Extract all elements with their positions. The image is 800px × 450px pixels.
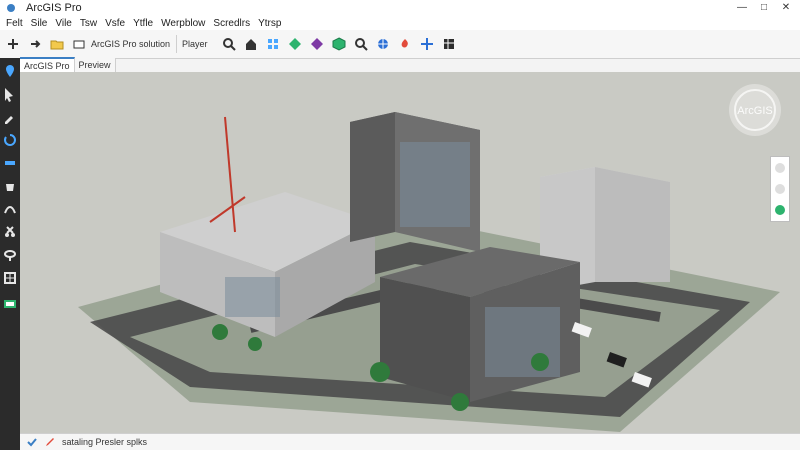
menu-item[interactable]: Tsw <box>80 18 97 29</box>
city-scene <box>78 112 780 432</box>
cube-icon[interactable] <box>330 34 348 54</box>
forward-icon[interactable] <box>26 34 44 54</box>
flame-icon[interactable] <box>396 34 414 54</box>
toolbar: ArcGIS Pro solution Player <box>0 30 800 59</box>
status-text: sataling Presler splks <box>62 437 148 447</box>
pencil-icon[interactable] <box>44 436 56 448</box>
globe-icon[interactable] <box>374 34 392 54</box>
tab-label: ArcGIS Pro <box>24 61 70 71</box>
bucket-icon[interactable] <box>0 176 20 196</box>
rectangle-icon[interactable] <box>70 34 88 54</box>
close-icon[interactable]: ✕ <box>780 1 792 13</box>
search-icon[interactable] <box>220 34 238 54</box>
grid-icon[interactable] <box>0 268 20 288</box>
menu-item[interactable]: Vsfe <box>105 18 125 29</box>
tab-preview[interactable]: Preview <box>75 58 116 72</box>
toolbar-separator <box>176 35 178 53</box>
plus-icon[interactable] <box>4 34 22 54</box>
gem-icon[interactable] <box>308 34 326 54</box>
arcgis-watermark: ArcGIS <box>722 78 788 142</box>
zoom-icon[interactable] <box>775 183 785 194</box>
map-viewport[interactable]: ArcGIS <box>20 72 800 450</box>
maximize-icon[interactable]: □ <box>758 1 770 13</box>
brush-icon[interactable] <box>0 107 20 127</box>
map-pin-icon[interactable] <box>0 61 20 81</box>
grid-icon[interactable] <box>264 34 282 54</box>
watermark-text: ArcGIS <box>737 105 772 117</box>
layer-toggle-icon[interactable] <box>775 205 785 216</box>
tab-label: Preview <box>78 60 111 70</box>
select-arrow-icon[interactable] <box>0 84 20 104</box>
status-bar: sataling Presler splks <box>20 433 800 450</box>
search-icon[interactable] <box>352 34 370 54</box>
rotate-icon[interactable] <box>0 130 20 150</box>
ruler-icon[interactable] <box>0 153 20 173</box>
menu-item[interactable]: Felt <box>6 18 23 29</box>
menu-bar: Felt Sile Vile Tsw Vsfe Ytfle Werpblow S… <box>0 16 800 30</box>
left-tool-rail <box>0 58 20 450</box>
scissors-icon[interactable] <box>0 222 20 242</box>
player-label[interactable]: Player <box>182 39 208 49</box>
app-title: ArcGIS Pro <box>26 2 82 14</box>
lasso-icon[interactable] <box>0 245 20 265</box>
table-icon[interactable] <box>440 34 458 54</box>
title-bar: ArcGIS Pro — □ ✕ <box>0 0 800 16</box>
tab-arcgis[interactable]: ArcGIS Pro <box>20 57 75 73</box>
home-icon[interactable] <box>242 34 260 54</box>
diamond-icon[interactable] <box>286 34 304 54</box>
layer-icon[interactable] <box>0 294 20 314</box>
app-window: ArcGIS Pro — □ ✕ Felt Sile Vile Tsw Vsfe… <box>0 0 800 450</box>
fields-label[interactable]: ArcGIS Pro solution <box>91 39 170 49</box>
curve-icon[interactable] <box>0 199 20 219</box>
minimize-icon[interactable]: — <box>736 1 748 13</box>
view-tabs: ArcGIS Pro Preview <box>20 57 116 73</box>
menu-item[interactable]: Scredlrs <box>213 18 250 29</box>
move-icon[interactable] <box>418 34 436 54</box>
folder-icon[interactable] <box>48 34 66 54</box>
navigator-control[interactable] <box>770 156 790 222</box>
window-controls: — □ ✕ <box>736 1 792 13</box>
menu-item[interactable]: Sile <box>31 18 48 29</box>
menu-item[interactable]: Ytrsp <box>258 18 281 29</box>
app-logo-icon <box>6 3 16 13</box>
check-icon[interactable] <box>26 436 38 448</box>
menu-item[interactable]: Vile <box>55 18 72 29</box>
north-arrow-icon[interactable] <box>775 162 785 173</box>
menu-item[interactable]: Ytfle <box>133 18 153 29</box>
menu-item[interactable]: Werpblow <box>161 18 205 29</box>
